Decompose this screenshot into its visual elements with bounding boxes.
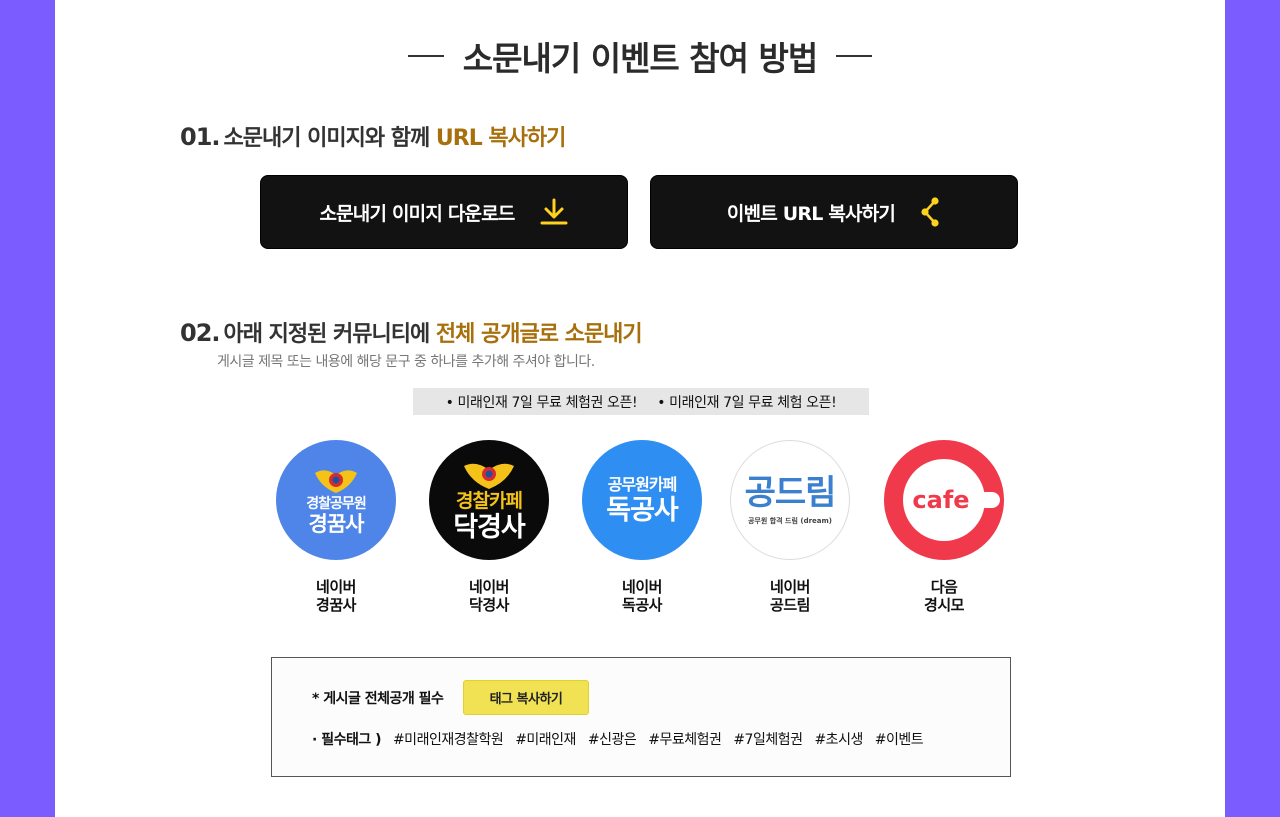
step2-text: 아래 지정된 커뮤니티에 [223, 322, 431, 347]
tags-row: · 필수태그 ) #미래인재경찰학원 #미래인재 #신광은 #무료체험권 #7일… [312, 729, 931, 749]
logo-top-text: 공드림 [744, 472, 837, 513]
hashtag: #7일체험권 [733, 732, 803, 748]
community-platform: 네이버 [622, 578, 662, 596]
community-platform: 네이버 [770, 578, 810, 596]
community-title: 경꿈사 [316, 596, 356, 614]
public-post-required-label: * 게시글 전체공개 필수 [312, 691, 444, 707]
community-logo[interactable]: 경찰카페 닥경사 [429, 440, 549, 560]
community-name: 네이버 경꿈사 [276, 578, 396, 614]
download-icon [539, 197, 569, 227]
copy-url-button[interactable]: 이벤트 URL 복사하기 [650, 175, 1018, 249]
community-name: 다음 경시모 [884, 578, 1004, 614]
logo-top-text: 경찰카페 [456, 489, 523, 512]
community-platform: 네이버 [469, 578, 509, 596]
step2-highlight: 전체 공개글로 소문내기 [435, 322, 643, 347]
logo-main-text: 닥경사 [453, 511, 526, 543]
hashtag: #초시생 [814, 732, 863, 748]
logo-main-text: 경꿈사 [308, 512, 365, 536]
step1-highlight: URL 복사하기 [435, 126, 566, 151]
hashtag: #미래인재경찰학원 [392, 732, 504, 748]
community-title: 독공사 [622, 596, 662, 614]
hashtag: #미래인재 [515, 732, 576, 748]
community-name: 네이버 공드림 [730, 578, 850, 614]
tags-label: · 필수태그 ) [312, 732, 382, 748]
community-title: 경시모 [924, 596, 964, 614]
download-image-button[interactable]: 소문내기 이미지 다운로드 [260, 175, 628, 249]
step2-note: 게시글 제목 또는 내용에 해당 문구 중 하나를 추가해 주셔야 합니다. [217, 354, 595, 370]
community-name: 네이버 닥경사 [429, 578, 549, 614]
community-title: 공드림 [770, 596, 810, 614]
community-platform: 다음 [930, 578, 958, 596]
copy-url-label: 이벤트 URL 복사하기 [726, 202, 896, 225]
community-dakgyeongsa[interactable]: 경찰카페 닥경사 네이버 닥경사 [429, 440, 549, 614]
phrase-bar: • 미래인재 7일 무료 체험권 오픈! • 미래인재 7일 무료 체험 오픈! [413, 388, 869, 415]
community-logo[interactable]: cafe [884, 440, 1004, 560]
hashtag: #신광은 [587, 732, 637, 748]
logo-top-text: 공무원카페 [607, 474, 678, 494]
logo-main-text: 독공사 [606, 494, 679, 526]
community-title: 닥경사 [469, 596, 509, 614]
step1-heading: 01. 소문내기 이미지와 함께 URL 복사하기 [180, 120, 566, 152]
page-title: 소문내기 이벤트 참여 방법 [462, 39, 818, 78]
community-gongdream[interactable]: 공드림 공무원 합격 드림 (dream) 네이버 공드림 [730, 440, 850, 614]
step2-number: 02. [180, 319, 221, 347]
title-divider-right [836, 55, 873, 57]
logo-main-text: 공무원 합격 드림 (dream) [747, 516, 833, 525]
police-emblem-icon [464, 463, 514, 489]
community-logo[interactable]: 공드림 공무원 합격 드림 (dream) [730, 440, 850, 560]
title-divider-left [407, 55, 444, 57]
download-image-label: 소문내기 이미지 다운로드 [319, 202, 515, 225]
community-dokgongsa[interactable]: 공무원카페 독공사 네이버 독공사 [582, 440, 702, 614]
required-tags-box: * 게시글 전체공개 필수 태그 복사하기 · 필수태그 ) #미래인재경찰학원… [271, 657, 1011, 777]
police-emblem-icon [315, 470, 357, 493]
logo-main-text: cafe [912, 486, 970, 514]
step2-heading: 02. 아래 지정된 커뮤니티에 전체 공개글로 소문내기 [180, 316, 643, 348]
community-platform: 네이버 [316, 578, 356, 596]
community-name: 네이버 독공사 [582, 578, 702, 614]
section-title-row: 소문내기 이벤트 참여 방법 [55, 32, 1225, 80]
community-gyeongkkumsa[interactable]: 경찰공무원 경꿈사 네이버 경꿈사 [276, 440, 396, 614]
community-gyeongsimo[interactable]: cafe 다음 경시모 [884, 440, 1004, 614]
share-icon [919, 196, 941, 228]
hashtag: #무료체험권 [648, 732, 722, 748]
step1-number: 01. [180, 123, 221, 151]
content-panel: 소문내기 이벤트 참여 방법 01. 소문내기 이미지와 함께 URL 복사하기 … [55, 0, 1225, 817]
step1-text: 소문내기 이미지와 함께 [223, 126, 431, 151]
copy-tags-button[interactable]: 태그 복사하기 [463, 680, 589, 715]
hashtag: #이벤트 [874, 732, 924, 748]
phrase-item: • 미래인재 7일 무료 체험 오픈! [657, 394, 837, 411]
cafe-logo-handle [978, 492, 1000, 508]
phrase-item: • 미래인재 7일 무료 체험권 오픈! [445, 394, 638, 411]
community-logo[interactable]: 공무원카페 독공사 [582, 440, 702, 560]
community-logo[interactable]: 경찰공무원 경꿈사 [276, 440, 396, 560]
logo-top-text: 경찰공무원 [306, 496, 366, 512]
